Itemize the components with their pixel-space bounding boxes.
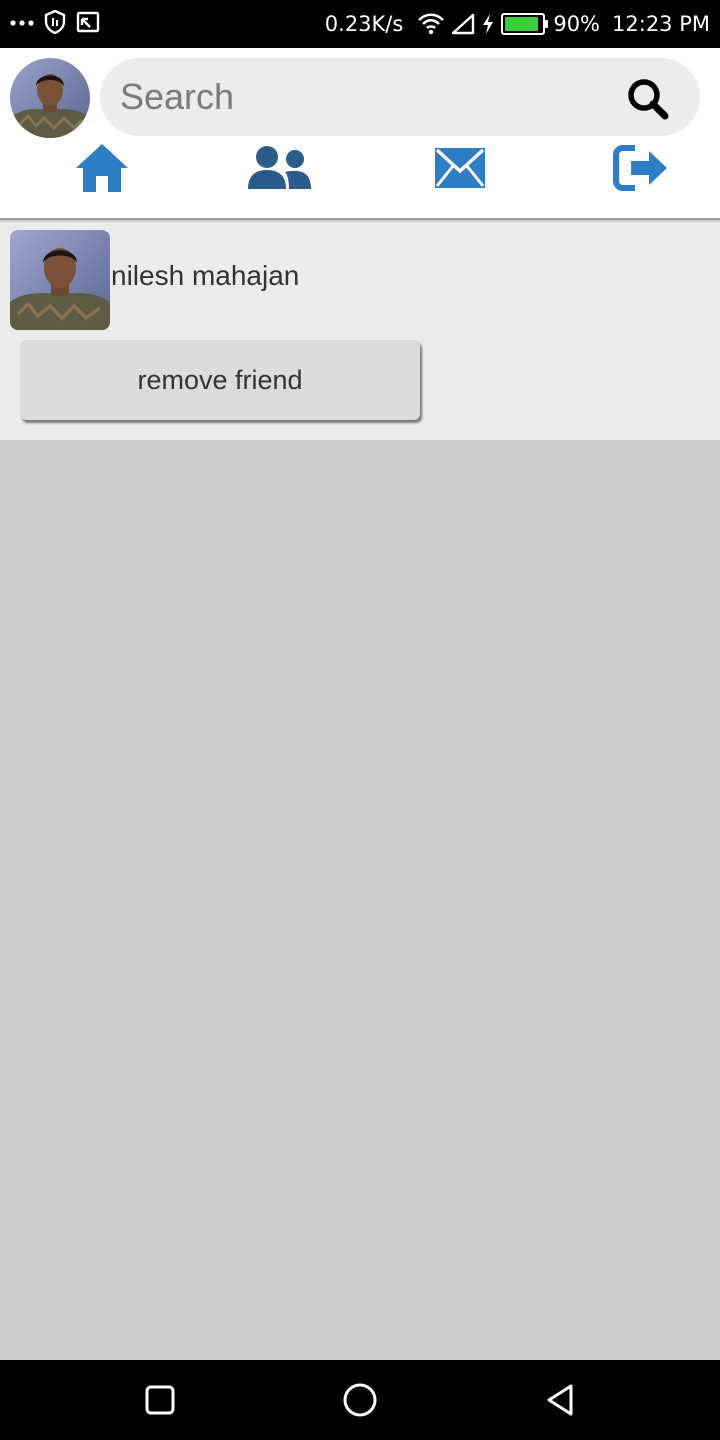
- signal-icon: [451, 13, 475, 35]
- logout-icon[interactable]: [606, 138, 676, 198]
- status-bar-left: [10, 0, 100, 48]
- clock: 12:23 PM: [612, 12, 710, 36]
- friend-name[interactable]: nilesh mahajan: [111, 260, 299, 292]
- battery-level-fill: [505, 17, 538, 31]
- recents-button[interactable]: [138, 1378, 182, 1422]
- mail-icon[interactable]: [425, 138, 495, 198]
- system-nav-bar: [0, 1360, 720, 1440]
- remove-friend-button[interactable]: remove friend: [20, 340, 420, 420]
- friends-icon[interactable]: [245, 138, 315, 198]
- profile-avatar[interactable]: [10, 58, 90, 138]
- wifi-icon: [417, 13, 445, 35]
- home-icon[interactable]: [67, 138, 137, 198]
- network-speed: 0.23K/s: [324, 12, 404, 36]
- status-bar: 0.23K/s 90% 12:23 PM: [0, 0, 720, 48]
- home-button[interactable]: [338, 1378, 382, 1422]
- search-icon[interactable]: [624, 75, 672, 123]
- search-input[interactable]: [120, 58, 620, 136]
- battery-percent: 90%: [553, 12, 601, 36]
- battery-icon: [501, 13, 549, 35]
- friend-avatar[interactable]: [10, 230, 110, 330]
- shield-icon: [44, 9, 66, 39]
- charging-icon: [481, 13, 495, 35]
- cast-icon: [76, 11, 100, 38]
- main-nav: [0, 138, 720, 198]
- more-dots-icon: [10, 15, 34, 33]
- app-header: [0, 48, 720, 220]
- search-bar: [100, 58, 700, 136]
- back-button[interactable]: [538, 1378, 582, 1422]
- status-bar-right: 0.23K/s 90% 12:23 PM: [325, 0, 710, 48]
- friend-card: nilesh mahajan remove friend: [0, 222, 720, 440]
